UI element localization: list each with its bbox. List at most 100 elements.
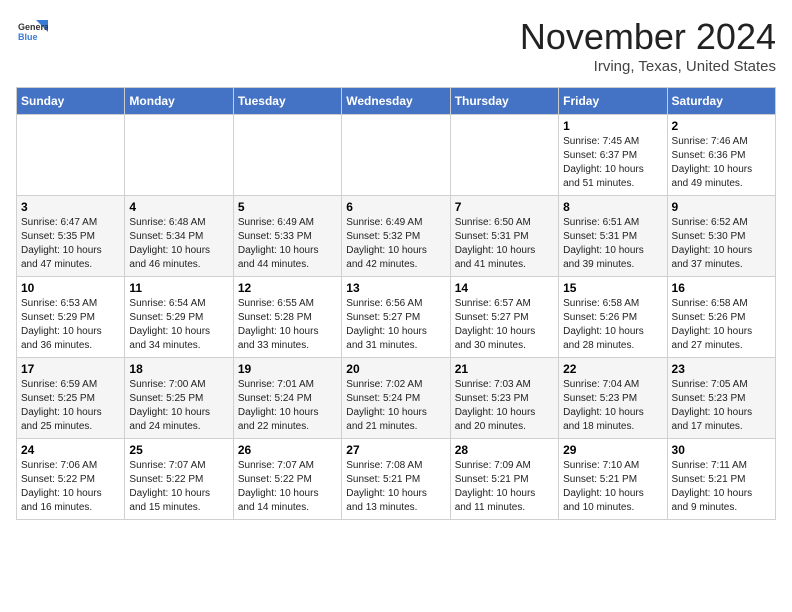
day-cell: 10Sunrise: 6:53 AM Sunset: 5:29 PM Dayli… <box>17 277 125 358</box>
day-info: Sunrise: 6:55 AM Sunset: 5:28 PM Dayligh… <box>238 297 337 353</box>
day-cell: 28 Sunrise: 7:09 AM Sunset: 5:21 PM Dayli… <box>450 439 558 520</box>
day-info: Sunrise: 7:03 AM Sunset: 5:23 PM Dayligh… <box>455 378 554 434</box>
day-info: Sunrise: 7:05 AM Sunset: 5:23 PM Dayligh… <box>672 378 771 434</box>
day-cell: 9 Sunrise: 6:52 AM Sunset: 5:30 PM Daylig… <box>667 196 775 277</box>
day-info: Sunrise: 7:00 AM Sunset: 5:25 PM Dayligh… <box>129 378 228 434</box>
day-cell <box>233 115 341 196</box>
day-number: 17 <box>21 362 120 376</box>
day-info: Sunrise: 6:58 AM Sunset: 5:26 PM Dayligh… <box>563 297 662 353</box>
day-cell: 16Sunrise: 6:58 AM Sunset: 5:26 PM Dayli… <box>667 277 775 358</box>
day-info: Sunrise: 7:08 AM Sunset: 5:21 PM Dayligh… <box>346 459 445 515</box>
day-cell: 12 Sunrise: 6:55 AM Sunset: 5:28 PM Dayli… <box>233 277 341 358</box>
day-number: 26 <box>238 443 337 457</box>
day-cell: 15 Sunrise: 6:58 AM Sunset: 5:26 PM Dayli… <box>559 277 667 358</box>
day-number: 6 <box>346 200 445 214</box>
day-info: Sunrise: 7:02 AM Sunset: 5:24 PM Dayligh… <box>346 378 445 434</box>
header-day-sunday: Sunday <box>17 88 125 115</box>
day-cell: 20 Sunrise: 7:02 AM Sunset: 5:24 PM Dayli… <box>342 358 450 439</box>
day-info: Sunrise: 7:46 AM Sunset: 6:36 PM Dayligh… <box>672 135 771 191</box>
day-cell: 18 Sunrise: 7:00 AM Sunset: 5:25 PM Dayli… <box>125 358 233 439</box>
day-info: Sunrise: 7:01 AM Sunset: 5:24 PM Dayligh… <box>238 378 337 434</box>
day-cell: 11 Sunrise: 6:54 AM Sunset: 5:29 PM Dayli… <box>125 277 233 358</box>
location-subtitle: Irving, Texas, United States <box>520 58 776 75</box>
day-info: Sunrise: 7:09 AM Sunset: 5:21 PM Dayligh… <box>455 459 554 515</box>
day-info: Sunrise: 6:49 AM Sunset: 5:32 PM Dayligh… <box>346 216 445 272</box>
logo-icon: General Blue <box>16 16 48 48</box>
day-info: Sunrise: 6:54 AM Sunset: 5:29 PM Dayligh… <box>129 297 228 353</box>
day-number: 30 <box>672 443 771 457</box>
day-info: Sunrise: 6:57 AM Sunset: 5:27 PM Dayligh… <box>455 297 554 353</box>
day-cell: 1 Sunrise: 7:45 AM Sunset: 6:37 PM Daylig… <box>559 115 667 196</box>
day-number: 21 <box>455 362 554 376</box>
header-day-wednesday: Wednesday <box>342 88 450 115</box>
day-number: 1 <box>563 119 662 133</box>
day-number: 13 <box>346 281 445 295</box>
day-info: Sunrise: 6:49 AM Sunset: 5:33 PM Dayligh… <box>238 216 337 272</box>
month-year-title: November 2024 <box>520 16 776 58</box>
day-cell: 8 Sunrise: 6:51 AM Sunset: 5:31 PM Daylig… <box>559 196 667 277</box>
day-cell: 30 Sunrise: 7:11 AM Sunset: 5:21 PM Dayli… <box>667 439 775 520</box>
day-info: Sunrise: 7:04 AM Sunset: 5:23 PM Dayligh… <box>563 378 662 434</box>
day-number: 8 <box>563 200 662 214</box>
logo: General Blue <box>16 16 48 48</box>
week-row-1: 1 Sunrise: 7:45 AM Sunset: 6:37 PM Daylig… <box>17 115 776 196</box>
day-info: Sunrise: 7:07 AM Sunset: 5:22 PM Dayligh… <box>129 459 228 515</box>
day-info: Sunrise: 7:06 AM Sunset: 5:22 PM Dayligh… <box>21 459 120 515</box>
header-day-friday: Friday <box>559 88 667 115</box>
day-cell: 2Sunrise: 7:46 AM Sunset: 6:36 PM Daylig… <box>667 115 775 196</box>
day-cell: 29Sunrise: 7:10 AM Sunset: 5:21 PM Dayli… <box>559 439 667 520</box>
header-day-saturday: Saturday <box>667 88 775 115</box>
day-number: 27 <box>346 443 445 457</box>
week-row-4: 17 Sunrise: 6:59 AM Sunset: 5:25 PM Dayli… <box>17 358 776 439</box>
day-number: 23 <box>672 362 771 376</box>
day-info: Sunrise: 6:52 AM Sunset: 5:30 PM Dayligh… <box>672 216 771 272</box>
day-number: 19 <box>238 362 337 376</box>
day-info: Sunrise: 6:48 AM Sunset: 5:34 PM Dayligh… <box>129 216 228 272</box>
day-cell: 5 Sunrise: 6:49 AM Sunset: 5:33 PM Daylig… <box>233 196 341 277</box>
header-day-monday: Monday <box>125 88 233 115</box>
page-header: General Blue November 2024 Irving, Texas… <box>16 16 776 75</box>
calendar-table: SundayMondayTuesdayWednesdayThursdayFrid… <box>16 87 776 520</box>
day-cell: 17 Sunrise: 6:59 AM Sunset: 5:25 PM Dayli… <box>17 358 125 439</box>
calendar-body: 1 Sunrise: 7:45 AM Sunset: 6:37 PM Daylig… <box>17 115 776 520</box>
week-row-5: 24Sunrise: 7:06 AM Sunset: 5:22 PM Dayli… <box>17 439 776 520</box>
day-cell <box>17 115 125 196</box>
day-number: 18 <box>129 362 228 376</box>
day-info: Sunrise: 6:51 AM Sunset: 5:31 PM Dayligh… <box>563 216 662 272</box>
svg-text:General: General <box>18 22 48 32</box>
day-number: 3 <box>21 200 120 214</box>
day-number: 29 <box>563 443 662 457</box>
day-number: 25 <box>129 443 228 457</box>
day-number: 12 <box>238 281 337 295</box>
day-cell: 13 Sunrise: 6:56 AM Sunset: 5:27 PM Dayli… <box>342 277 450 358</box>
day-number: 22 <box>563 362 662 376</box>
day-number: 11 <box>129 281 228 295</box>
day-info: Sunrise: 6:56 AM Sunset: 5:27 PM Dayligh… <box>346 297 445 353</box>
day-cell <box>125 115 233 196</box>
day-number: 15 <box>563 281 662 295</box>
day-number: 9 <box>672 200 771 214</box>
day-number: 10 <box>21 281 120 295</box>
day-cell: 3Sunrise: 6:47 AM Sunset: 5:35 PM Daylig… <box>17 196 125 277</box>
day-cell: 23 Sunrise: 7:05 AM Sunset: 5:23 PM Dayli… <box>667 358 775 439</box>
day-cell: 6 Sunrise: 6:49 AM Sunset: 5:32 PM Daylig… <box>342 196 450 277</box>
week-row-2: 3Sunrise: 6:47 AM Sunset: 5:35 PM Daylig… <box>17 196 776 277</box>
svg-text:Blue: Blue <box>18 32 38 42</box>
week-row-3: 10Sunrise: 6:53 AM Sunset: 5:29 PM Dayli… <box>17 277 776 358</box>
day-cell: 7Sunrise: 6:50 AM Sunset: 5:31 PM Daylig… <box>450 196 558 277</box>
day-number: 20 <box>346 362 445 376</box>
header-row: SundayMondayTuesdayWednesdayThursdayFrid… <box>17 88 776 115</box>
calendar-header: SundayMondayTuesdayWednesdayThursdayFrid… <box>17 88 776 115</box>
day-number: 4 <box>129 200 228 214</box>
day-info: Sunrise: 7:45 AM Sunset: 6:37 PM Dayligh… <box>563 135 662 191</box>
day-number: 14 <box>455 281 554 295</box>
day-cell: 26Sunrise: 7:07 AM Sunset: 5:22 PM Dayli… <box>233 439 341 520</box>
day-number: 5 <box>238 200 337 214</box>
day-cell <box>342 115 450 196</box>
day-info: Sunrise: 6:59 AM Sunset: 5:25 PM Dayligh… <box>21 378 120 434</box>
day-number: 28 <box>455 443 554 457</box>
day-cell: 22 Sunrise: 7:04 AM Sunset: 5:23 PM Dayli… <box>559 358 667 439</box>
day-cell: 27 Sunrise: 7:08 AM Sunset: 5:21 PM Dayli… <box>342 439 450 520</box>
day-info: Sunrise: 7:11 AM Sunset: 5:21 PM Dayligh… <box>672 459 771 515</box>
day-cell: 24Sunrise: 7:06 AM Sunset: 5:22 PM Dayli… <box>17 439 125 520</box>
